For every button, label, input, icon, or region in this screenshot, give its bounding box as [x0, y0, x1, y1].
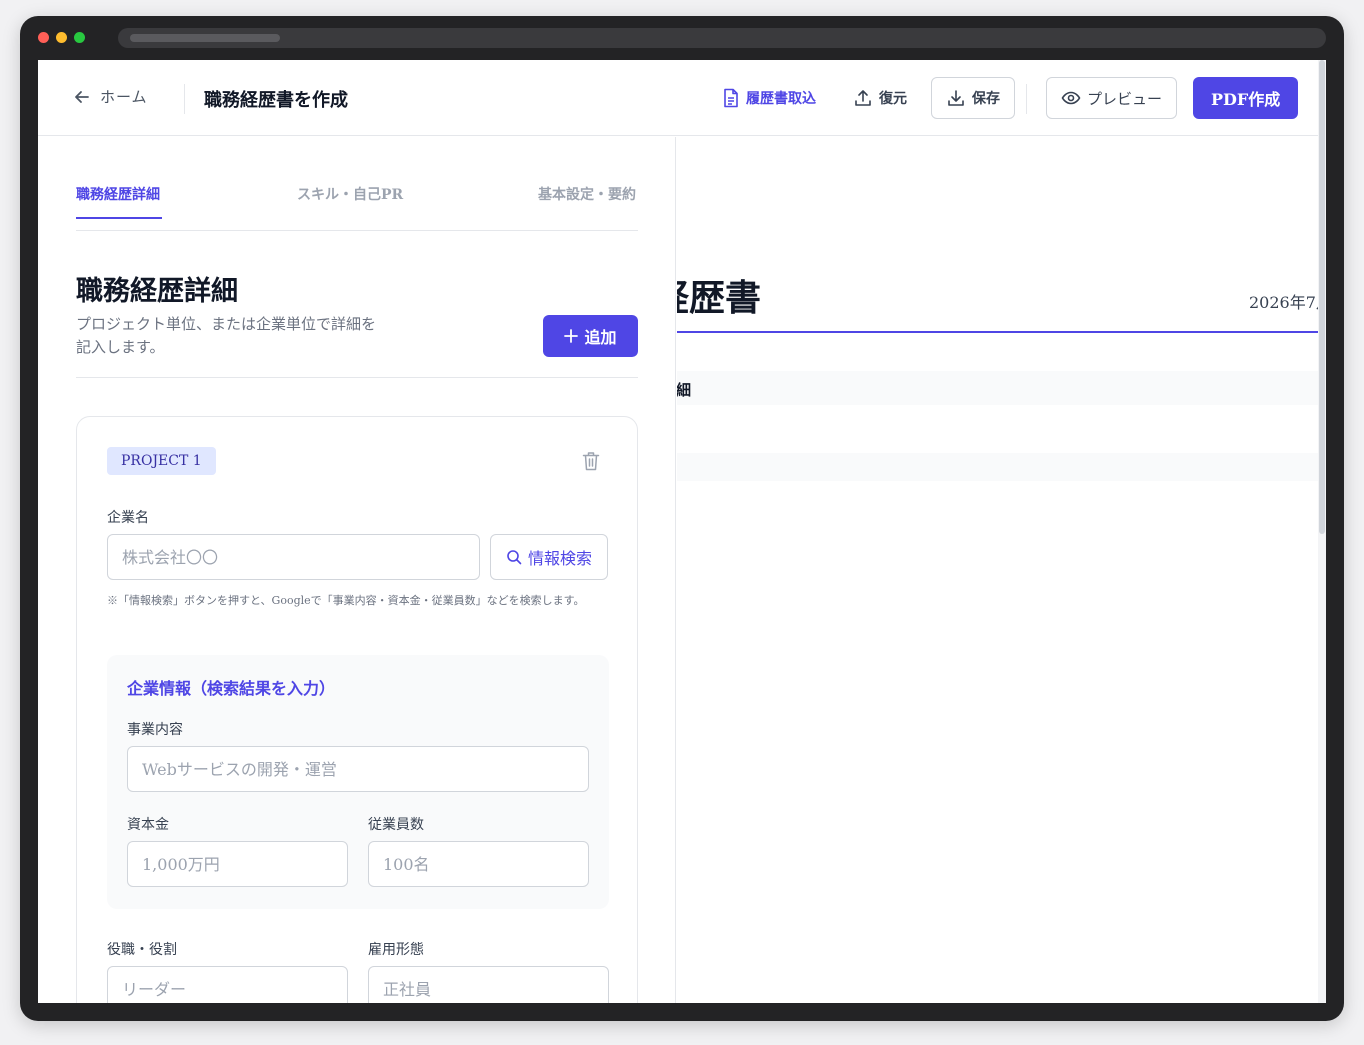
eye-icon — [1061, 91, 1081, 105]
create-pdf-label: PDF作成 — [1211, 90, 1281, 109]
import-resume-label: 履歴書取込 — [746, 91, 816, 107]
tab-label: スキル・自己PR — [297, 187, 404, 203]
preview-button[interactable]: プレビュー — [1046, 77, 1178, 119]
document-icon — [724, 88, 738, 108]
capital-label: 資本金 — [127, 817, 169, 833]
restore-button[interactable]: 復元 — [853, 77, 907, 119]
trash-icon — [582, 452, 600, 471]
tab-basic-settings[interactable]: 基本設定・要約 — [538, 184, 636, 204]
home-back-label: ホーム — [100, 88, 148, 106]
delete-project-button[interactable] — [582, 451, 600, 475]
close-window-dot[interactable] — [38, 32, 49, 43]
preview-section-band — [677, 371, 1326, 405]
tab-skills-pr[interactable]: スキル・自己PR — [297, 184, 403, 204]
employees-label: 従業員数 — [368, 817, 424, 833]
section-description: プロジェクト単位、または企業単位で詳細を記入します。 — [76, 315, 377, 356]
business-label: 事業内容 — [127, 722, 183, 738]
info-search-label: 情報検索 — [527, 549, 592, 568]
home-back-link[interactable]: ホーム — [72, 86, 148, 107]
download-icon — [948, 90, 964, 106]
address-bar[interactable] — [118, 28, 1326, 48]
preview-label: プレビュー — [1087, 89, 1163, 108]
scrollbar-thumb[interactable] — [1319, 60, 1325, 534]
plus-icon — [564, 329, 579, 343]
active-tab-indicator — [76, 217, 162, 219]
employees-input[interactable] — [368, 841, 589, 887]
add-project-button[interactable]: 追加 — [543, 315, 638, 357]
minimize-window-dot[interactable] — [56, 32, 67, 43]
project-card: PROJECT 1 企業名 情報検索 ※「情報検索」ボタンを押すと、Google… — [76, 416, 638, 1003]
capital-input[interactable] — [127, 841, 348, 887]
employment-type-label: 雇用形態 — [368, 942, 424, 958]
tab-label: 職務経歴詳細 — [76, 187, 160, 203]
document-preview: 経歴書 2026年7月 詳細 — [677, 137, 1326, 1003]
employment-type-input[interactable] — [368, 966, 609, 1003]
preview-row-band — [677, 453, 1326, 481]
upload-icon — [855, 90, 871, 106]
editor-panel: 職務経歴詳細 スキル・自己PR 基本設定・要約 職務経歴詳細 プロジェクト単位、… — [38, 137, 676, 1003]
company-info-box: 企業情報（検索結果を入力） 事業内容 資本金 従業員数 — [107, 655, 609, 909]
browser-window: ホーム 職務経歴書を作成 履歴書取込 復元 保存 プレビュー PDF作成 職務経… — [20, 16, 1344, 1021]
arrow-left-icon — [75, 90, 89, 103]
company-name-input[interactable] — [107, 534, 480, 580]
import-resume-button[interactable]: 履歴書取込 — [722, 77, 816, 119]
top-bar: ホーム 職務経歴書を作成 履歴書取込 復元 保存 プレビュー PDF作成 — [38, 60, 1326, 136]
role-input[interactable] — [107, 966, 348, 1003]
preview-date: 2026年7月 — [1249, 293, 1326, 312]
editor-tabs: 職務経歴詳細 スキル・自己PR 基本設定・要約 — [76, 177, 638, 231]
tab-career-details[interactable]: 職務経歴詳細 — [76, 184, 160, 204]
preview-title: 経歴書 — [677, 277, 762, 319]
search-icon — [507, 550, 522, 565]
address-placeholder — [130, 34, 280, 42]
save-label: 保存 — [972, 91, 1000, 107]
save-button[interactable]: 保存 — [931, 77, 1015, 119]
add-project-label: 追加 — [584, 328, 617, 347]
search-note: ※「情報検索」ボタンを押すと、Googleで「事業内容・資本金・従業員数」などを… — [107, 594, 585, 607]
header-divider — [1026, 84, 1027, 114]
page-title: 職務経歴書を作成 — [204, 90, 348, 111]
maximize-window-dot[interactable] — [74, 32, 85, 43]
page-scrollbar[interactable] — [1318, 60, 1326, 1003]
company-info-title: 企業情報（検索結果を入力） — [127, 679, 336, 698]
info-search-button[interactable]: 情報検索 — [490, 534, 608, 580]
section-title: 職務経歴詳細 — [76, 276, 238, 307]
app-screen: ホーム 職務経歴書を作成 履歴書取込 復元 保存 プレビュー PDF作成 職務経… — [38, 60, 1326, 1003]
window-controls — [38, 32, 85, 43]
restore-label: 復元 — [879, 91, 907, 107]
header-divider — [184, 84, 185, 114]
business-input[interactable] — [127, 746, 589, 792]
tab-label: 基本設定・要約 — [538, 187, 636, 203]
preview-title-rule — [677, 331, 1326, 333]
create-pdf-button[interactable]: PDF作成 — [1193, 77, 1299, 119]
section-divider — [76, 377, 638, 378]
project-badge: PROJECT 1 — [107, 447, 216, 475]
role-label: 役職・役割 — [107, 942, 177, 958]
preview-section-label: 詳細 — [677, 381, 692, 399]
company-name-label: 企業名 — [107, 510, 149, 526]
